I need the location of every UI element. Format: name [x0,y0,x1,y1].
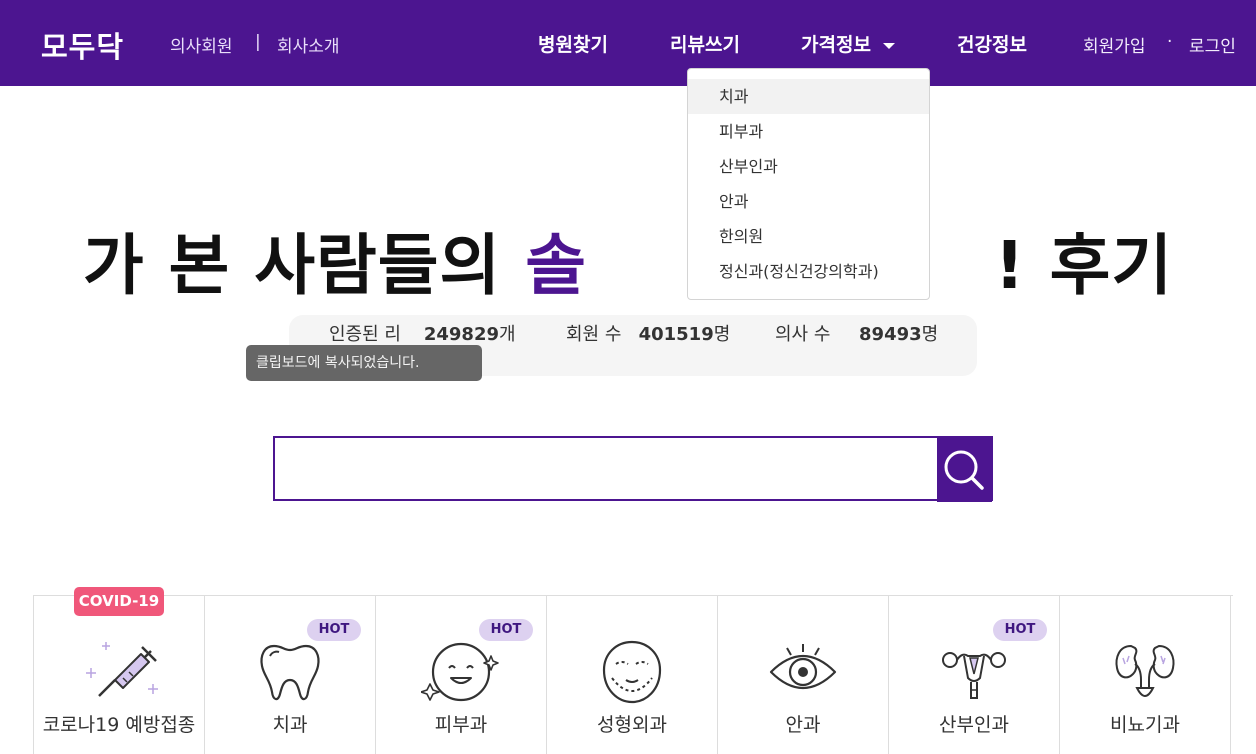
kidneys-icon [1115,644,1175,697]
top-navbar: 모두닥 의사회원 | 회사소개 병원찾기 리뷰쓰기 가격정보 건강정보 회원가입… [0,0,1256,86]
dropdown-item-dermatology[interactable]: 피부과 [688,114,929,149]
nav-find-hospital[interactable]: 병원찾기 [538,30,608,57]
auth-dot: · [1167,32,1173,52]
category-label: 안과 [785,714,821,736]
price-info-dropdown: 치과 피부과 산부인과 안과 한의원 정신과(정신건강의학과) [687,68,930,300]
category-obgyn[interactable]: HOT 산부인과 [889,596,1060,754]
stat-reviews-label: 인증된 리 [329,324,401,345]
category-label: 성형외과 [597,714,667,736]
tooth-icon [260,644,320,701]
stat-reviews: 인증된 리 249829개 [329,320,516,346]
login-link[interactable]: 로그인 [1189,32,1236,57]
nav-price-info-label: 가격정보 [801,34,871,56]
category-urology[interactable]: 비뇨기과 [1060,596,1231,754]
eye-icon [769,644,837,690]
stat-doctors: 의사 수 89493명 [775,320,938,346]
smiling-face-icon [421,642,499,702]
search-button[interactable] [937,437,992,502]
category-dermatology[interactable]: HOT 피부과 [376,596,547,754]
syringe-icon [86,642,158,697]
category-label: 치과 [272,714,308,736]
site-logo[interactable]: 모두닥 [41,24,124,66]
search-bar [273,436,993,502]
category-grid: 코로나19 예방접종 HOT 치과 HOT 피부과 성형외과 안과 HOT 산부… [33,595,1233,754]
hero-text-start: 가 본 사람들의 [82,227,526,304]
category-label: 산부인과 [939,714,1009,736]
stat-doctors-label: 의사 수 [775,324,831,345]
signup-link[interactable]: 회원가입 [1083,32,1146,57]
nav-separator: | [255,32,261,52]
category-label: 코로나19 예방접종 [42,714,196,736]
stat-members: 회원 수 401519명 [566,320,730,346]
nav-write-review[interactable]: 리뷰쓰기 [670,30,740,57]
stat-doctors-value: 89493 [859,324,922,345]
hero-accent: 솔 [525,227,587,304]
dropdown-item-oriental[interactable]: 한의원 [688,219,929,254]
category-ophthalmology[interactable]: 안과 [718,596,889,754]
category-label: 비뇨기과 [1110,714,1180,736]
caret-down-icon [882,42,895,49]
category-plastic-surgery[interactable]: 성형외과 [547,596,718,754]
search-input[interactable] [275,438,937,499]
search-icon [944,450,984,490]
stat-members-unit: 명 [713,324,731,345]
nav-health-info[interactable]: 건강정보 [957,30,1027,57]
stat-doctors-unit: 명 [921,324,939,345]
uterus-icon [942,652,1006,699]
hero-headline: 가 본 사람들의 솔 ! 후기 [0,212,1256,308]
stat-members-value: 401519 [638,324,714,345]
dropdown-item-dental[interactable]: 치과 [688,79,929,114]
stat-reviews-value: 249829 [423,324,500,345]
dropdown-item-psychiatry[interactable]: 정신과(정신건강의학과) [688,254,929,289]
dropdown-item-ophthalmology[interactable]: 안과 [688,184,929,219]
dropdown-item-obgyn[interactable]: 산부인과 [688,149,929,184]
nav-price-info[interactable]: 가격정보 [801,30,895,57]
clipboard-toast: 클립보드에 복사되었습니다. [246,345,482,381]
face-contour-icon [602,640,662,704]
stat-members-label: 회원 수 [566,324,622,345]
stat-reviews-unit: 개 [499,324,516,345]
covid-badge: COVID-19 [74,587,164,616]
category-label: 피부과 [434,714,488,736]
about-company-link[interactable]: 회사소개 [277,32,340,57]
category-covid-vaccine[interactable]: 코로나19 예방접종 [34,596,205,754]
doctor-member-link[interactable]: 의사회원 [170,32,233,57]
category-dental[interactable]: HOT 치과 [205,596,376,754]
